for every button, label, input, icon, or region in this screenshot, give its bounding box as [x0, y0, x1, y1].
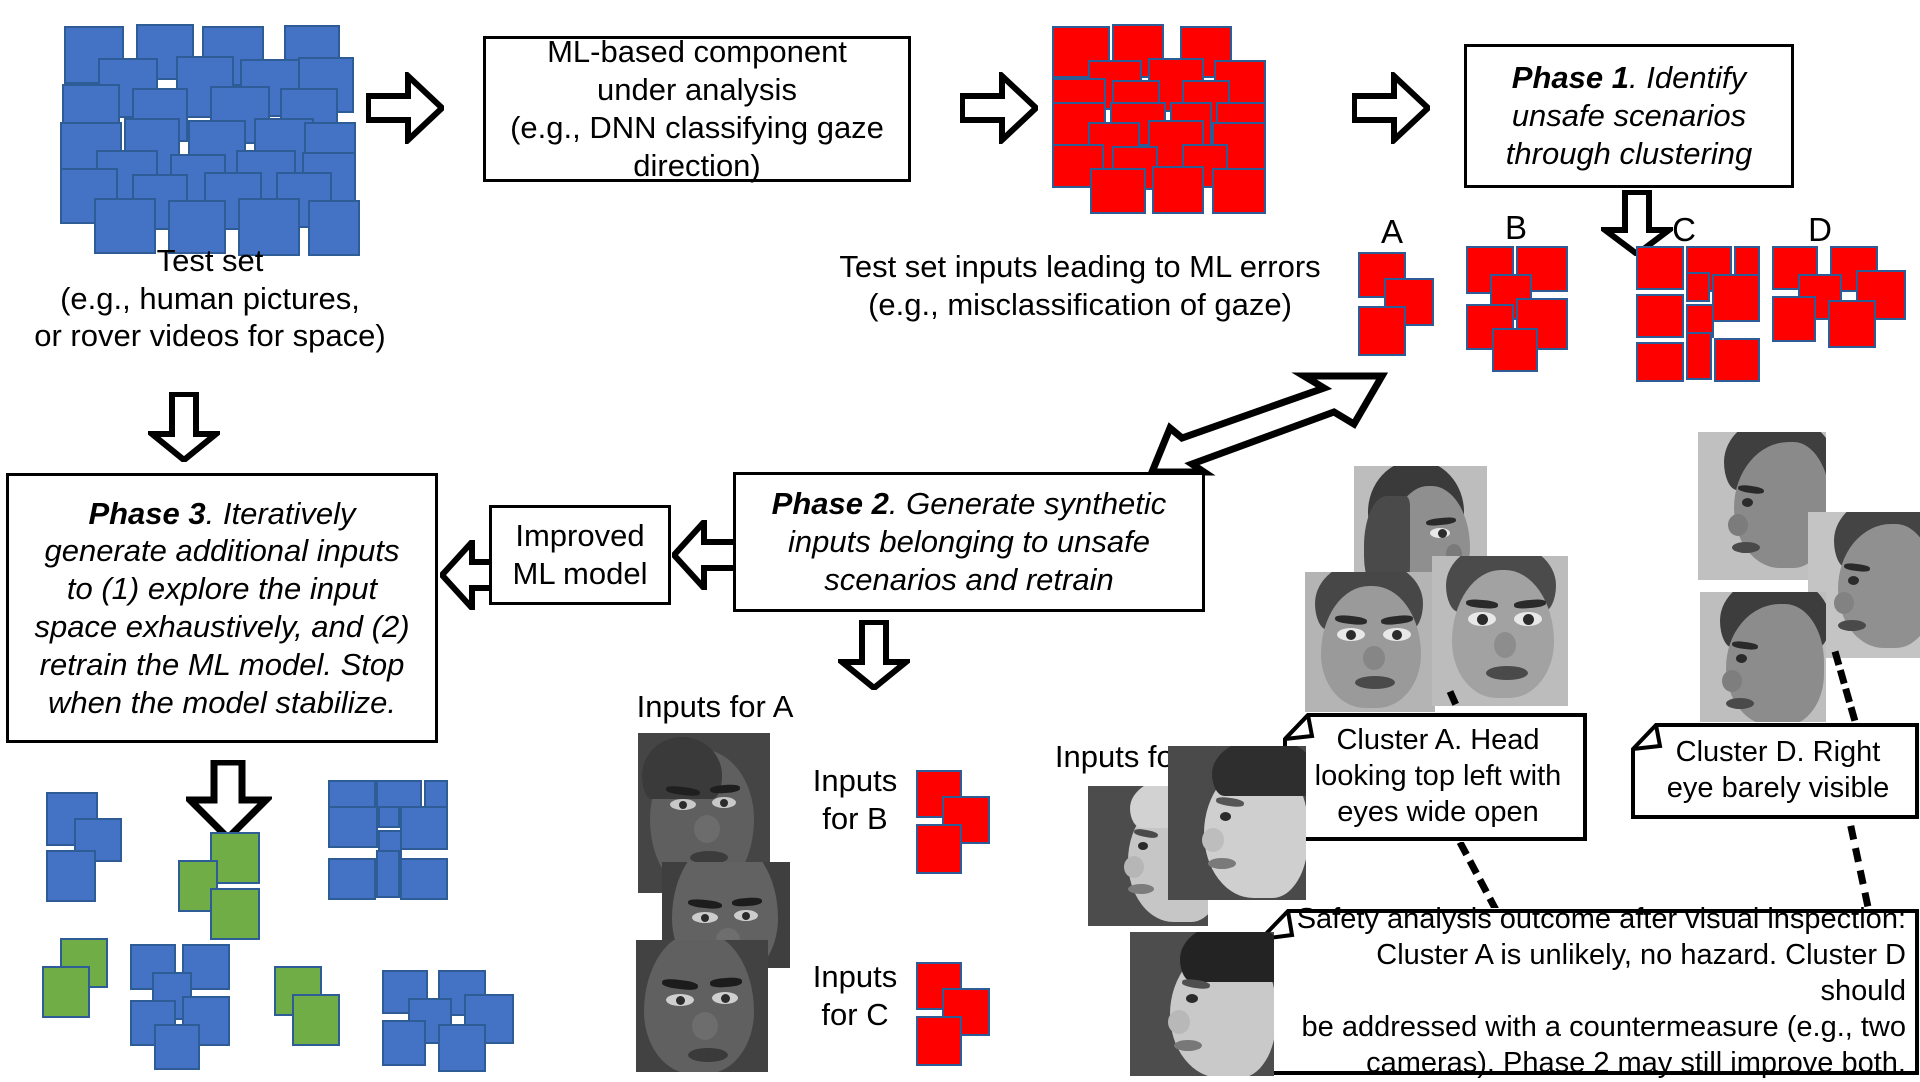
square [328, 858, 376, 900]
inputs-for-a-caption: Inputs for A [636, 689, 794, 724]
square [154, 1024, 200, 1070]
cluster-c-squares [1636, 246, 1766, 382]
square [916, 824, 962, 874]
cluster-label-b: B [1504, 209, 1527, 246]
phase3-box: Phase 3. Iteratively generate additional… [6, 473, 438, 743]
inputs-for-c-caption: Inputs for C [812, 959, 898, 1032]
inputs-for-b-squares [916, 770, 1006, 880]
square [1636, 342, 1684, 382]
final-cluster-group-6 [274, 966, 394, 1076]
arrow-clusters-to-phase2 [1148, 372, 1388, 476]
ml-component-box: ML-based component under analysis (e.g.,… [483, 34, 911, 183]
square [382, 1020, 426, 1066]
square [1712, 274, 1760, 322]
final-cluster-group-7 [382, 970, 522, 1080]
test-set-square-cluster [58, 22, 360, 256]
cluster-a-note: Cluster A. Head looking top left with ey… [1282, 712, 1588, 842]
square [1686, 332, 1712, 380]
cluster-d-note-label: Cluster D. Right eye barely visible [1666, 736, 1890, 804]
square [376, 780, 422, 808]
square [1636, 294, 1684, 338]
ml-errors-square-cluster [1052, 24, 1302, 214]
square [1492, 328, 1538, 372]
square [46, 850, 96, 902]
square [328, 806, 378, 848]
arrow-model-to-errors [960, 72, 1038, 144]
cluster-d-note: Cluster D. Right eye barely visible [1630, 722, 1920, 820]
cluster-a-squares [1358, 252, 1448, 362]
square [1212, 168, 1266, 214]
arrow-down-to-phase3 [148, 392, 220, 462]
cluster-d-face-photo-bottom [1700, 592, 1826, 736]
square [438, 1024, 486, 1072]
inputs-for-d-photo-2 [1168, 746, 1306, 900]
square [400, 858, 448, 900]
square [424, 780, 448, 808]
inputs-for-d-photo-3 [1130, 932, 1274, 1076]
square [1358, 306, 1406, 356]
inputs-for-a-photo-3 [636, 940, 768, 1072]
final-cluster-group-1 [46, 792, 176, 902]
square [1828, 300, 1876, 348]
ml-errors-caption: Test set inputs leading to ML errors (e.… [839, 249, 1321, 322]
cluster-d-face-photo-top [1698, 432, 1826, 580]
safety-analysis-note: Safety analysis outcome after visual ins… [1258, 903, 1920, 1079]
square [1714, 338, 1760, 382]
improved-model-box: Improved ML model [489, 505, 671, 605]
square [1686, 272, 1710, 302]
arrow-errors-to-phase1 [1352, 72, 1430, 144]
square [292, 994, 340, 1046]
arrow-phase3-to-final-clusters [186, 760, 272, 842]
square [1772, 296, 1816, 342]
square [42, 966, 90, 1018]
phase1-bold-label: Phase 1 [1511, 60, 1629, 96]
phase2-bold-label: Phase 2 [771, 486, 889, 522]
inputs-for-b-caption: Inputs for B [812, 763, 898, 836]
square [1636, 246, 1684, 290]
cluster-label-a: A [1380, 213, 1403, 250]
square [210, 888, 260, 940]
cluster-a-face-photo-left [1305, 572, 1435, 712]
square [1152, 166, 1204, 214]
cluster-label-c: C [1672, 211, 1696, 248]
final-cluster-group-3 [328, 780, 458, 910]
final-cluster-group-2 [178, 832, 308, 942]
safety-analysis-note-label: Safety analysis outcome after visual ins… [1296, 903, 1906, 1079]
inputs-for-c-squares [916, 962, 1006, 1072]
square [916, 1016, 962, 1066]
cluster-a-note-label: Cluster A. Head looking top left with ey… [1314, 724, 1562, 828]
arrow-testset-to-model [366, 72, 444, 144]
leader-line-cluster-d [1831, 650, 1859, 722]
cluster-b-squares [1466, 246, 1576, 372]
cluster-label-d: D [1808, 211, 1832, 248]
cluster-a-face-photo-right [1432, 556, 1568, 706]
square [376, 850, 400, 898]
square [400, 806, 448, 850]
test-set-caption: Test set (e.g., human pictures, or rover… [34, 243, 386, 353]
phase1-box: Phase 1. Identify unsafe scenarios throu… [1464, 44, 1794, 188]
final-cluster-group-5 [130, 944, 260, 1074]
phase2-box: Phase 2. Generate synthetic inputs belon… [733, 472, 1205, 612]
square [328, 780, 376, 808]
square [378, 806, 400, 828]
phase3-bold-label: Phase 3 [88, 495, 206, 531]
cluster-d-squares [1772, 246, 1920, 371]
square [1090, 168, 1146, 214]
arrow-phase2-to-inputs [838, 620, 910, 690]
